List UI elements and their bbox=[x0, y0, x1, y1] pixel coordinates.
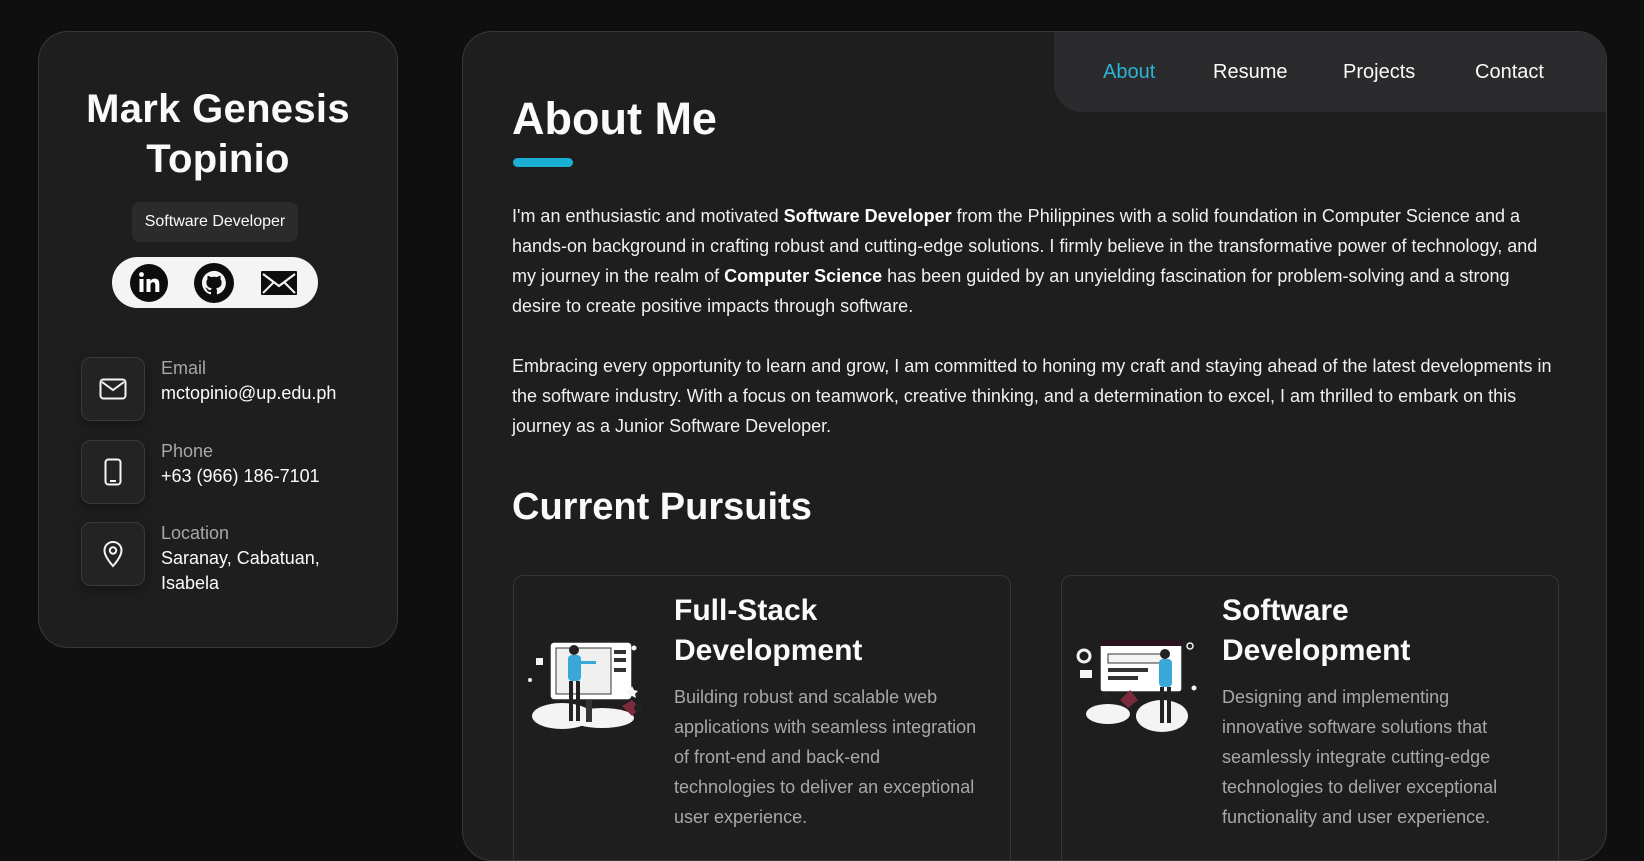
nav-projects[interactable]: Projects bbox=[1343, 60, 1415, 84]
contact-label: Location bbox=[161, 523, 230, 543]
nav-contact[interactable]: Contact bbox=[1475, 60, 1544, 84]
pursuit-card-software: Software Development Designing and imple… bbox=[1061, 575, 1559, 860]
role-badge: Software Developer bbox=[132, 202, 298, 242]
profile-name: Mark Genesis Topinio bbox=[86, 87, 350, 181]
title-underline bbox=[513, 158, 573, 167]
linkedin-link[interactable] bbox=[128, 262, 170, 304]
main-content: About Resume Projects Contact About Me I… bbox=[462, 31, 1607, 861]
contact-label: Phone bbox=[161, 441, 214, 461]
card-title: Full-Stack Development bbox=[674, 594, 863, 667]
phone-number-link[interactable]: +63 (966) 186-7101 bbox=[161, 464, 381, 489]
top-navbar: About Resume Projects Contact bbox=[1054, 32, 1606, 112]
github-icon bbox=[194, 263, 234, 303]
location-icon-box bbox=[81, 522, 145, 586]
fullstack-illustration-icon bbox=[528, 641, 642, 729]
mail-icon bbox=[261, 271, 297, 295]
nav-about[interactable]: About bbox=[1103, 60, 1155, 84]
email-address-link[interactable]: mctopinio@up.edu.ph bbox=[161, 381, 381, 406]
software-illustration-icon bbox=[1076, 639, 1197, 732]
envelope-icon bbox=[99, 378, 127, 400]
card-description: Designing and implementing innovative so… bbox=[1222, 687, 1498, 827]
pursuit-card-fullstack: Full-Stack Development Building robust a… bbox=[513, 575, 1011, 860]
github-link[interactable] bbox=[193, 262, 235, 304]
email-link[interactable] bbox=[258, 262, 300, 304]
contact-label: Email bbox=[161, 358, 207, 378]
about-paragraph-2: Embracing every opportunity to learn and… bbox=[512, 356, 1552, 436]
linkedin-icon bbox=[130, 264, 168, 302]
card-title: Software Development bbox=[1222, 594, 1411, 667]
nav-resume[interactable]: Resume bbox=[1213, 60, 1287, 84]
profile-sidebar: Mark Genesis Topinio Software Developer bbox=[38, 31, 398, 648]
email-icon-box bbox=[81, 357, 145, 421]
location-pin-icon bbox=[103, 540, 123, 568]
section-title: Current Pursuits bbox=[512, 486, 812, 528]
location-value: Saranay, Cabatuan, Isabela bbox=[161, 548, 320, 593]
card-description: Building robust and scalable web applica… bbox=[674, 687, 977, 827]
phone-icon bbox=[104, 458, 122, 486]
phone-icon-box bbox=[81, 440, 145, 504]
page-title: About Me bbox=[512, 93, 717, 144]
social-links bbox=[112, 257, 318, 308]
about-paragraph-1: I'm an enthusiastic and motivated Softwa… bbox=[512, 206, 1538, 316]
